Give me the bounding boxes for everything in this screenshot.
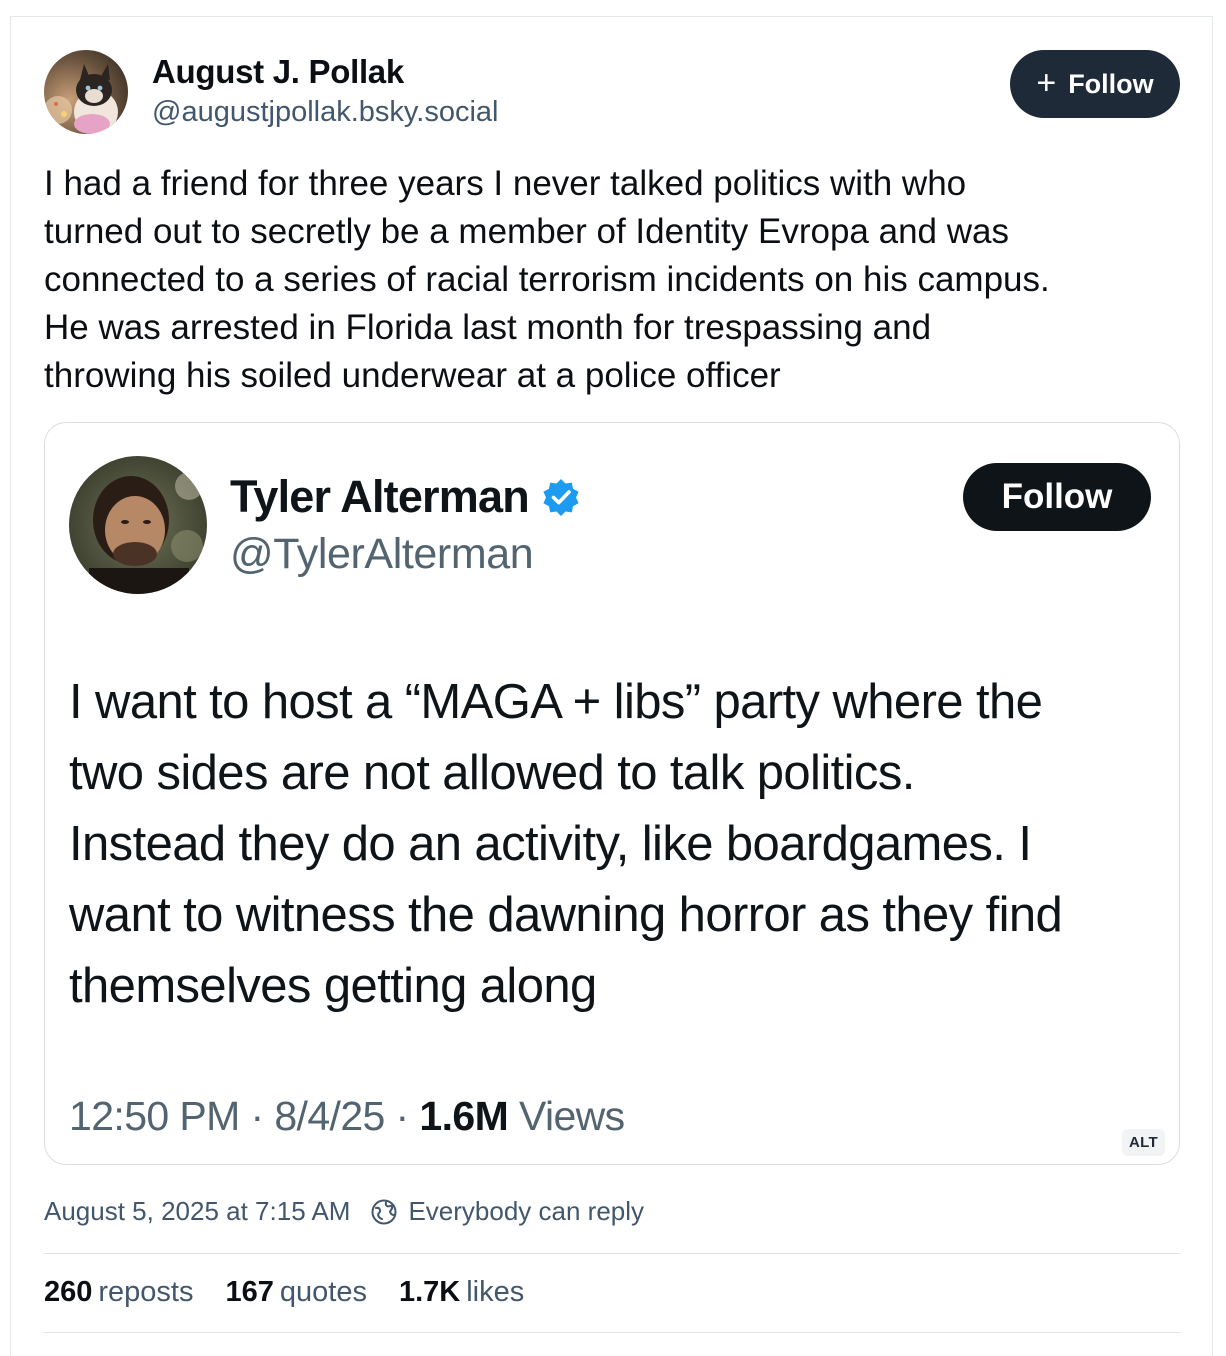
cat-avatar-image [44, 50, 128, 134]
post-meta: August 5, 2025 at 7:15 AM Everybody can … [44, 1196, 644, 1227]
embed-date: 8/4/25 [274, 1093, 385, 1139]
reply-setting[interactable]: Everybody can reply [408, 1196, 644, 1227]
plus-icon: + [1036, 63, 1057, 102]
reposts-label: reposts [98, 1276, 194, 1308]
embed-tweet-meta: 12:50 PM · 8/4/25 · 1.6M Views [69, 1093, 625, 1139]
follow-button[interactable]: + Follow [1010, 50, 1180, 118]
likes-stat[interactable]: 1.7K likes [399, 1276, 524, 1309]
verified-badge-icon [543, 479, 579, 516]
reposts-count: 260 [44, 1276, 93, 1308]
embed-author-avatar [69, 456, 207, 594]
embed-author-name-text: Tyler Alterman [230, 471, 530, 522]
reposts-stat[interactable]: 260 reposts [44, 1276, 194, 1309]
likes-count: 1.7K [398, 1276, 461, 1308]
embed-follow-button: Follow [963, 463, 1151, 531]
post-text: I had a friend for three years I never t… [44, 164, 1050, 395]
divider [44, 1253, 1180, 1254]
divider-bottom [44, 1332, 1180, 1333]
alt-text-badge[interactable]: ALT [1122, 1129, 1165, 1156]
globe-reply-icon [371, 1199, 397, 1224]
man-portrait-image [69, 456, 207, 594]
embed-author-name: Tyler Alterman [230, 471, 581, 523]
likes-label: likes [466, 1276, 525, 1308]
post-timestamp[interactable]: August 5, 2025 at 7:15 AM [44, 1196, 350, 1227]
embed-tweet-text: I want to host a “MAGA + libs” party whe… [69, 675, 1063, 1013]
embed-time: 12:50 PM [69, 1093, 240, 1139]
quotes-stat[interactable]: 167 quotes [226, 1276, 367, 1309]
author-avatar[interactable] [44, 50, 128, 134]
embed-views-label: Views [518, 1093, 625, 1139]
follow-button-label: Follow [1068, 68, 1154, 99]
embedded-image[interactable]: Tyler Alterman @TylerAlterman Follow I w… [44, 422, 1180, 1165]
embed-author-handle: @TylerAlterman [230, 530, 534, 578]
quotes-label: quotes [279, 1276, 367, 1308]
post-stats: 260 reposts 167 quotes 1.7K likes [44, 1276, 524, 1309]
author-handle[interactable]: @augustjpollak.bsky.social [152, 96, 498, 129]
author-name[interactable]: August J. Pollak [152, 53, 404, 91]
embed-views-count: 1.6M [419, 1093, 509, 1139]
quotes-count: 167 [225, 1276, 274, 1308]
